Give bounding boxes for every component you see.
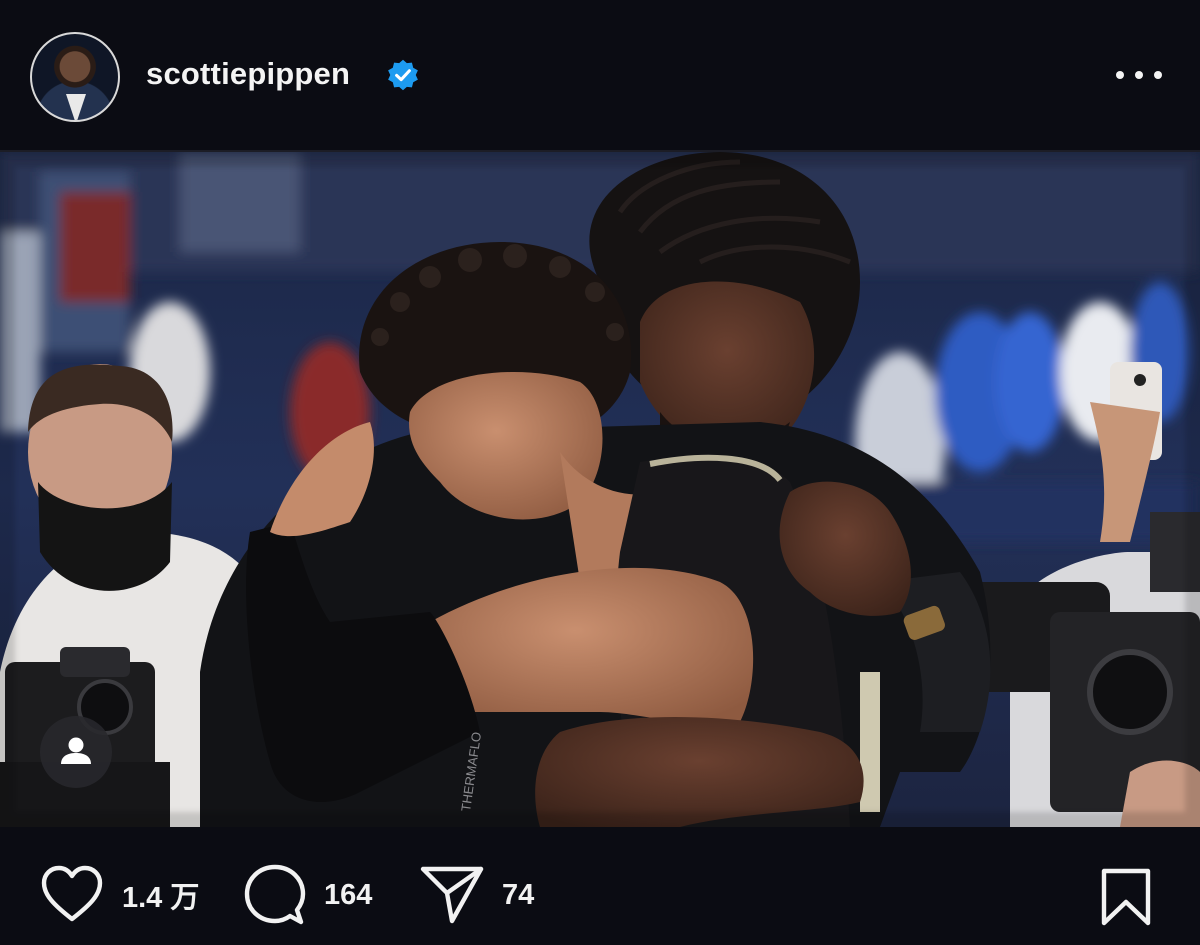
like-count[interactable]: 1.4 万 <box>122 874 199 916</box>
more-options-button[interactable] <box>1112 58 1166 92</box>
verified-badge-icon <box>388 59 418 91</box>
share-button[interactable]: 74 <box>420 865 534 925</box>
more-dots-icon <box>1135 71 1143 79</box>
photo-illustration: THERMAFLO <box>0 152 1200 827</box>
more-dots-icon <box>1154 71 1162 79</box>
profile-avatar[interactable] <box>30 32 120 122</box>
like-button[interactable]: 1.4 万 <box>40 865 199 925</box>
bookmark-icon <box>1101 868 1151 926</box>
user-tag-icon <box>61 737 91 764</box>
user-tag-button[interactable] <box>40 716 112 788</box>
comment-count[interactable]: 164 <box>324 879 372 912</box>
post-actions-bar: 1.4 万 164 74 <box>0 827 1200 945</box>
comment-bubble-icon <box>244 864 306 925</box>
username[interactable]: scottiepippen <box>146 56 350 92</box>
comment-button[interactable]: 164 <box>244 864 372 925</box>
paper-plane-icon <box>420 866 484 924</box>
post-header: scottiepippen <box>0 0 1200 152</box>
save-button[interactable] <box>1098 867 1154 927</box>
share-count[interactable]: 74 <box>502 879 534 912</box>
more-dots-icon <box>1116 71 1124 79</box>
post-photo[interactable]: THERMAFLO <box>0 152 1200 827</box>
heart-icon <box>41 865 103 922</box>
